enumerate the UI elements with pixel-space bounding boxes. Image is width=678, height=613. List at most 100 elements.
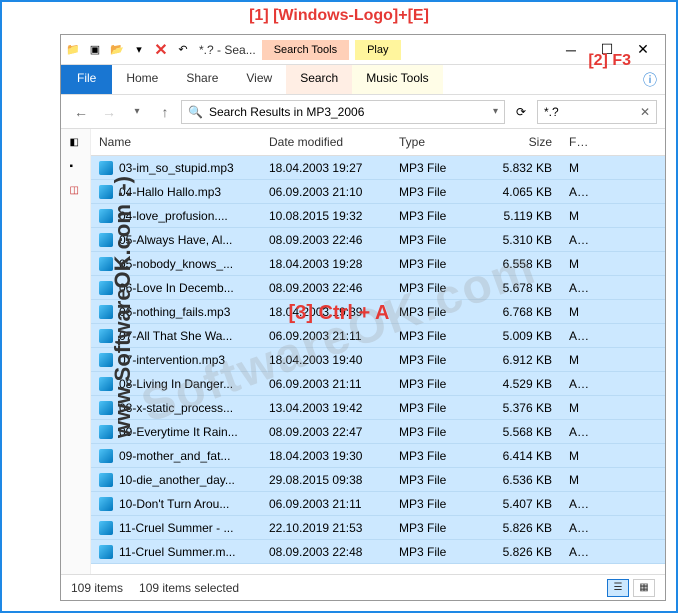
refresh-button[interactable]: ⟳ xyxy=(509,100,533,124)
ribbon-tabs: File Home Share View Search Music Tools … xyxy=(61,65,665,95)
table-row[interactable]: 03-im_so_stupid.mp318.04.2003 19:27MP3 F… xyxy=(91,156,665,180)
file-fc: M xyxy=(561,467,591,493)
view-switcher: ☰ ▦ xyxy=(607,579,655,597)
status-bar: 109 items 109 items selected ☰ ▦ xyxy=(61,574,665,600)
file-date: 29.08.2015 09:38 xyxy=(261,467,391,493)
address-text: Search Results in MP3_2006 xyxy=(209,105,364,119)
file-name: 05-nobody_knows_... xyxy=(119,257,233,271)
file-date: 13.04.2003 19:42 xyxy=(261,395,391,421)
file-type: MP3 File xyxy=(391,395,481,421)
sidebar-quickaccess-icon[interactable]: ◧ xyxy=(70,137,82,149)
annotation-2: [2] F3 xyxy=(588,52,631,70)
title-bar: 📁 ▣ 📂 ▾ ✕ ↶ *.? - Sea... Search Tools Pl… xyxy=(61,35,665,65)
app-icon: 📁 xyxy=(65,42,81,58)
file-date: 08.09.2003 22:47 xyxy=(261,419,391,445)
file-fc: Ac xyxy=(561,515,591,541)
col-header-fc[interactable]: Fc xyxy=(561,129,591,155)
file-fc: M xyxy=(561,347,591,373)
quick-access-toolbar: 📁 ▣ 📂 ▾ ✕ ↶ xyxy=(65,42,191,58)
tab-music-tools[interactable]: Music Tools xyxy=(352,65,442,94)
file-type: MP3 File xyxy=(391,419,481,445)
tab-home[interactable]: Home xyxy=(112,65,172,94)
file-size: 5.009 KB xyxy=(481,323,561,349)
window-title: *.? - Sea... xyxy=(199,43,256,57)
file-type: MP3 File xyxy=(391,467,481,493)
file-size: 6.536 KB xyxy=(481,467,561,493)
table-row[interactable]: 10-Don't Turn Arou...06.09.2003 21:11MP3… xyxy=(91,492,665,516)
table-row[interactable]: 04-love_profusion....10.08.2015 19:32MP3… xyxy=(91,204,665,228)
table-row[interactable]: 09-mother_and_fat...18.04.2003 19:30MP3 … xyxy=(91,444,665,468)
col-header-name[interactable]: Name xyxy=(91,129,261,155)
file-type: MP3 File xyxy=(391,515,481,541)
mp3-file-icon xyxy=(99,473,113,487)
view-large-button[interactable]: ▦ xyxy=(633,579,655,597)
file-fc: M xyxy=(561,156,591,181)
table-row[interactable]: 10-die_another_day... 29.08.2015 09:38MP3… xyxy=(91,468,665,492)
file-date: 06.09.2003 21:10 xyxy=(261,179,391,205)
mp3-file-icon xyxy=(99,545,113,559)
col-header-type[interactable]: Type xyxy=(391,129,481,155)
search-input[interactable]: *.? ✕ xyxy=(537,100,657,124)
status-selected-count: 109 items selected xyxy=(139,581,239,595)
table-row[interactable]: 04-Hallo Hallo.mp306.09.2003 21:10MP3 Fi… xyxy=(91,180,665,204)
view-details-button[interactable]: ☰ xyxy=(607,579,629,597)
file-type: MP3 File xyxy=(391,347,481,373)
file-name: 09-Everytime It Rain... xyxy=(119,425,238,439)
back-button[interactable]: ← xyxy=(69,100,93,124)
table-row[interactable]: 05-nobody_knows_...18.04.2003 19:28MP3 F… xyxy=(91,252,665,276)
col-header-size[interactable]: Size xyxy=(481,129,561,155)
qat-newfolder-icon[interactable]: 📂 xyxy=(109,42,125,58)
up-button[interactable]: ↑ xyxy=(153,100,177,124)
qat-dropdown-icon[interactable]: ▾ xyxy=(131,42,147,58)
context-tab-play: Play xyxy=(355,40,400,60)
file-name: 10-die_another_day... xyxy=(119,473,235,487)
tab-search[interactable]: Search xyxy=(286,65,352,94)
mp3-file-icon xyxy=(99,521,113,535)
column-headers: Name Date modified Type Size Fc xyxy=(91,129,665,156)
sidebar-thispc-icon[interactable]: ▪ xyxy=(70,161,82,173)
file-size: 5.119 KB xyxy=(481,203,561,229)
minimize-button[interactable]: ─ xyxy=(553,36,589,64)
tab-view[interactable]: View xyxy=(232,65,286,94)
file-date: 10.08.2015 19:32 xyxy=(261,203,391,229)
file-fc: M xyxy=(561,203,591,229)
ribbon-collapse-icon[interactable]: ⓘ xyxy=(643,70,657,90)
file-type: MP3 File xyxy=(391,491,481,517)
file-date: 08.09.2003 22:46 xyxy=(261,227,391,253)
address-bar[interactable]: 🔍 Search Results in MP3_2006 ▾ xyxy=(181,100,505,124)
qat-properties-icon[interactable]: ▣ xyxy=(87,42,103,58)
file-size: 5.568 KB xyxy=(481,419,561,445)
file-fc: Ac xyxy=(561,275,591,301)
col-header-date[interactable]: Date modified xyxy=(261,129,391,155)
annotation-1: [1] [Windows-Logo]+[E] xyxy=(249,7,429,25)
list-body[interactable]: 03-im_so_stupid.mp318.04.2003 19:27MP3 F… xyxy=(91,156,665,574)
file-fc: M xyxy=(561,299,591,325)
search-clear-icon[interactable]: ✕ xyxy=(640,105,650,119)
file-fc: Ac xyxy=(561,539,591,565)
file-fc: Ac xyxy=(561,491,591,517)
file-date: 22.10.2019 21:53 xyxy=(261,515,391,541)
file-name: 07-All That She Wa... xyxy=(119,329,232,343)
sidebar-network-icon[interactable]: ◫ xyxy=(70,185,82,197)
table-row[interactable]: 05-Always Have, Al...08.09.2003 22:46MP3… xyxy=(91,228,665,252)
tab-share[interactable]: Share xyxy=(172,65,232,94)
file-fc: M xyxy=(561,251,591,277)
search-glass-icon: 🔍 xyxy=(188,105,203,119)
mp3-file-icon xyxy=(99,497,113,511)
table-row[interactable]: 11-Cruel Summer.m...08.09.2003 22:48MP3 … xyxy=(91,540,665,564)
file-name: 10-Don't Turn Arou... xyxy=(119,497,229,511)
file-name: 05-Always Have, Al... xyxy=(119,233,232,247)
file-size: 4.529 KB xyxy=(481,371,561,397)
qat-undo-icon[interactable]: ↶ xyxy=(175,42,191,58)
qat-delete-icon[interactable]: ✕ xyxy=(153,42,169,58)
recent-dropdown-icon[interactable]: ▾ xyxy=(125,100,149,124)
file-type: MP3 File xyxy=(391,371,481,397)
forward-button[interactable]: → xyxy=(97,100,121,124)
file-fc: Ac xyxy=(561,323,591,349)
address-dropdown-icon[interactable]: ▾ xyxy=(493,106,498,117)
file-tab[interactable]: File xyxy=(61,65,112,94)
table-row[interactable]: 11-Cruel Summer - ...22.10.2019 21:53MP3… xyxy=(91,516,665,540)
file-date: 18.04.2003 19:27 xyxy=(261,156,391,181)
file-date: 18.04.2003 19:28 xyxy=(261,251,391,277)
file-type: MP3 File xyxy=(391,443,481,469)
